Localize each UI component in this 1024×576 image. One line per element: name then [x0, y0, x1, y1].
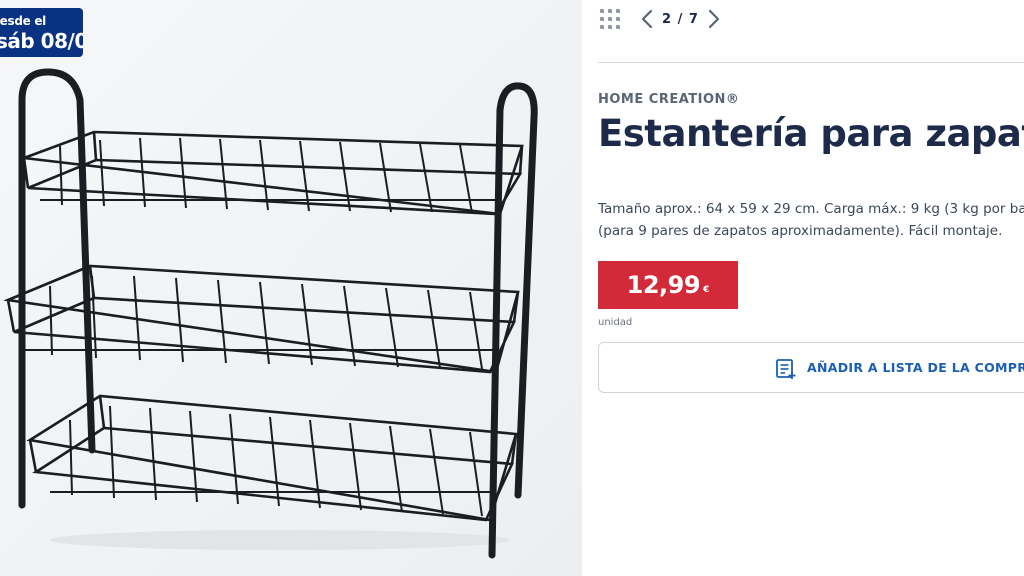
- product-details-panel: 2 / 7 HOME CREATION® Estantería para zap…: [582, 0, 1024, 576]
- badge-line-2: sáb 08/03: [0, 29, 83, 53]
- shoe-rack-image: [3, 68, 538, 559]
- product-image-panel: Desde el sáb 08/03: [0, 0, 582, 576]
- chevron-left-icon[interactable]: [638, 7, 656, 31]
- description-line: (para 9 pares de zapatos aproximadamente…: [598, 223, 1003, 239]
- grid-icon[interactable]: [598, 7, 622, 31]
- gallery-navigation: 2 / 7: [598, 6, 723, 32]
- divider: [598, 62, 1024, 63]
- description-line: Tamaño aprox.: 64 x 59 x 29 cm. Carga má…: [598, 201, 1024, 217]
- price-value: 12,99: [626, 271, 701, 299]
- price-currency: €: [703, 285, 710, 295]
- product-title: Estantería para zapatos: [598, 112, 1024, 155]
- product-description: Tamaño aprox.: 64 x 59 x 29 cm. Carga má…: [598, 198, 1024, 242]
- chevron-right-icon[interactable]: [705, 7, 723, 31]
- price-tag: 12,99 €: [598, 261, 738, 309]
- gallery-counter: 2 / 7: [662, 11, 699, 27]
- shopping-list-add-icon: [776, 359, 796, 379]
- badge-line-1: Desde el: [0, 14, 47, 28]
- add-to-shopping-list-label: AÑADIR A LISTA DE LA COMPRA: [807, 360, 1024, 375]
- add-to-shopping-list-button[interactable]: AÑADIR A LISTA DE LA COMPRA: [598, 342, 1024, 393]
- product-brand: HOME CREATION®: [598, 92, 740, 107]
- price-unit: unidad: [598, 317, 633, 328]
- availability-date-badge: Desde el sáb 08/03: [0, 8, 83, 57]
